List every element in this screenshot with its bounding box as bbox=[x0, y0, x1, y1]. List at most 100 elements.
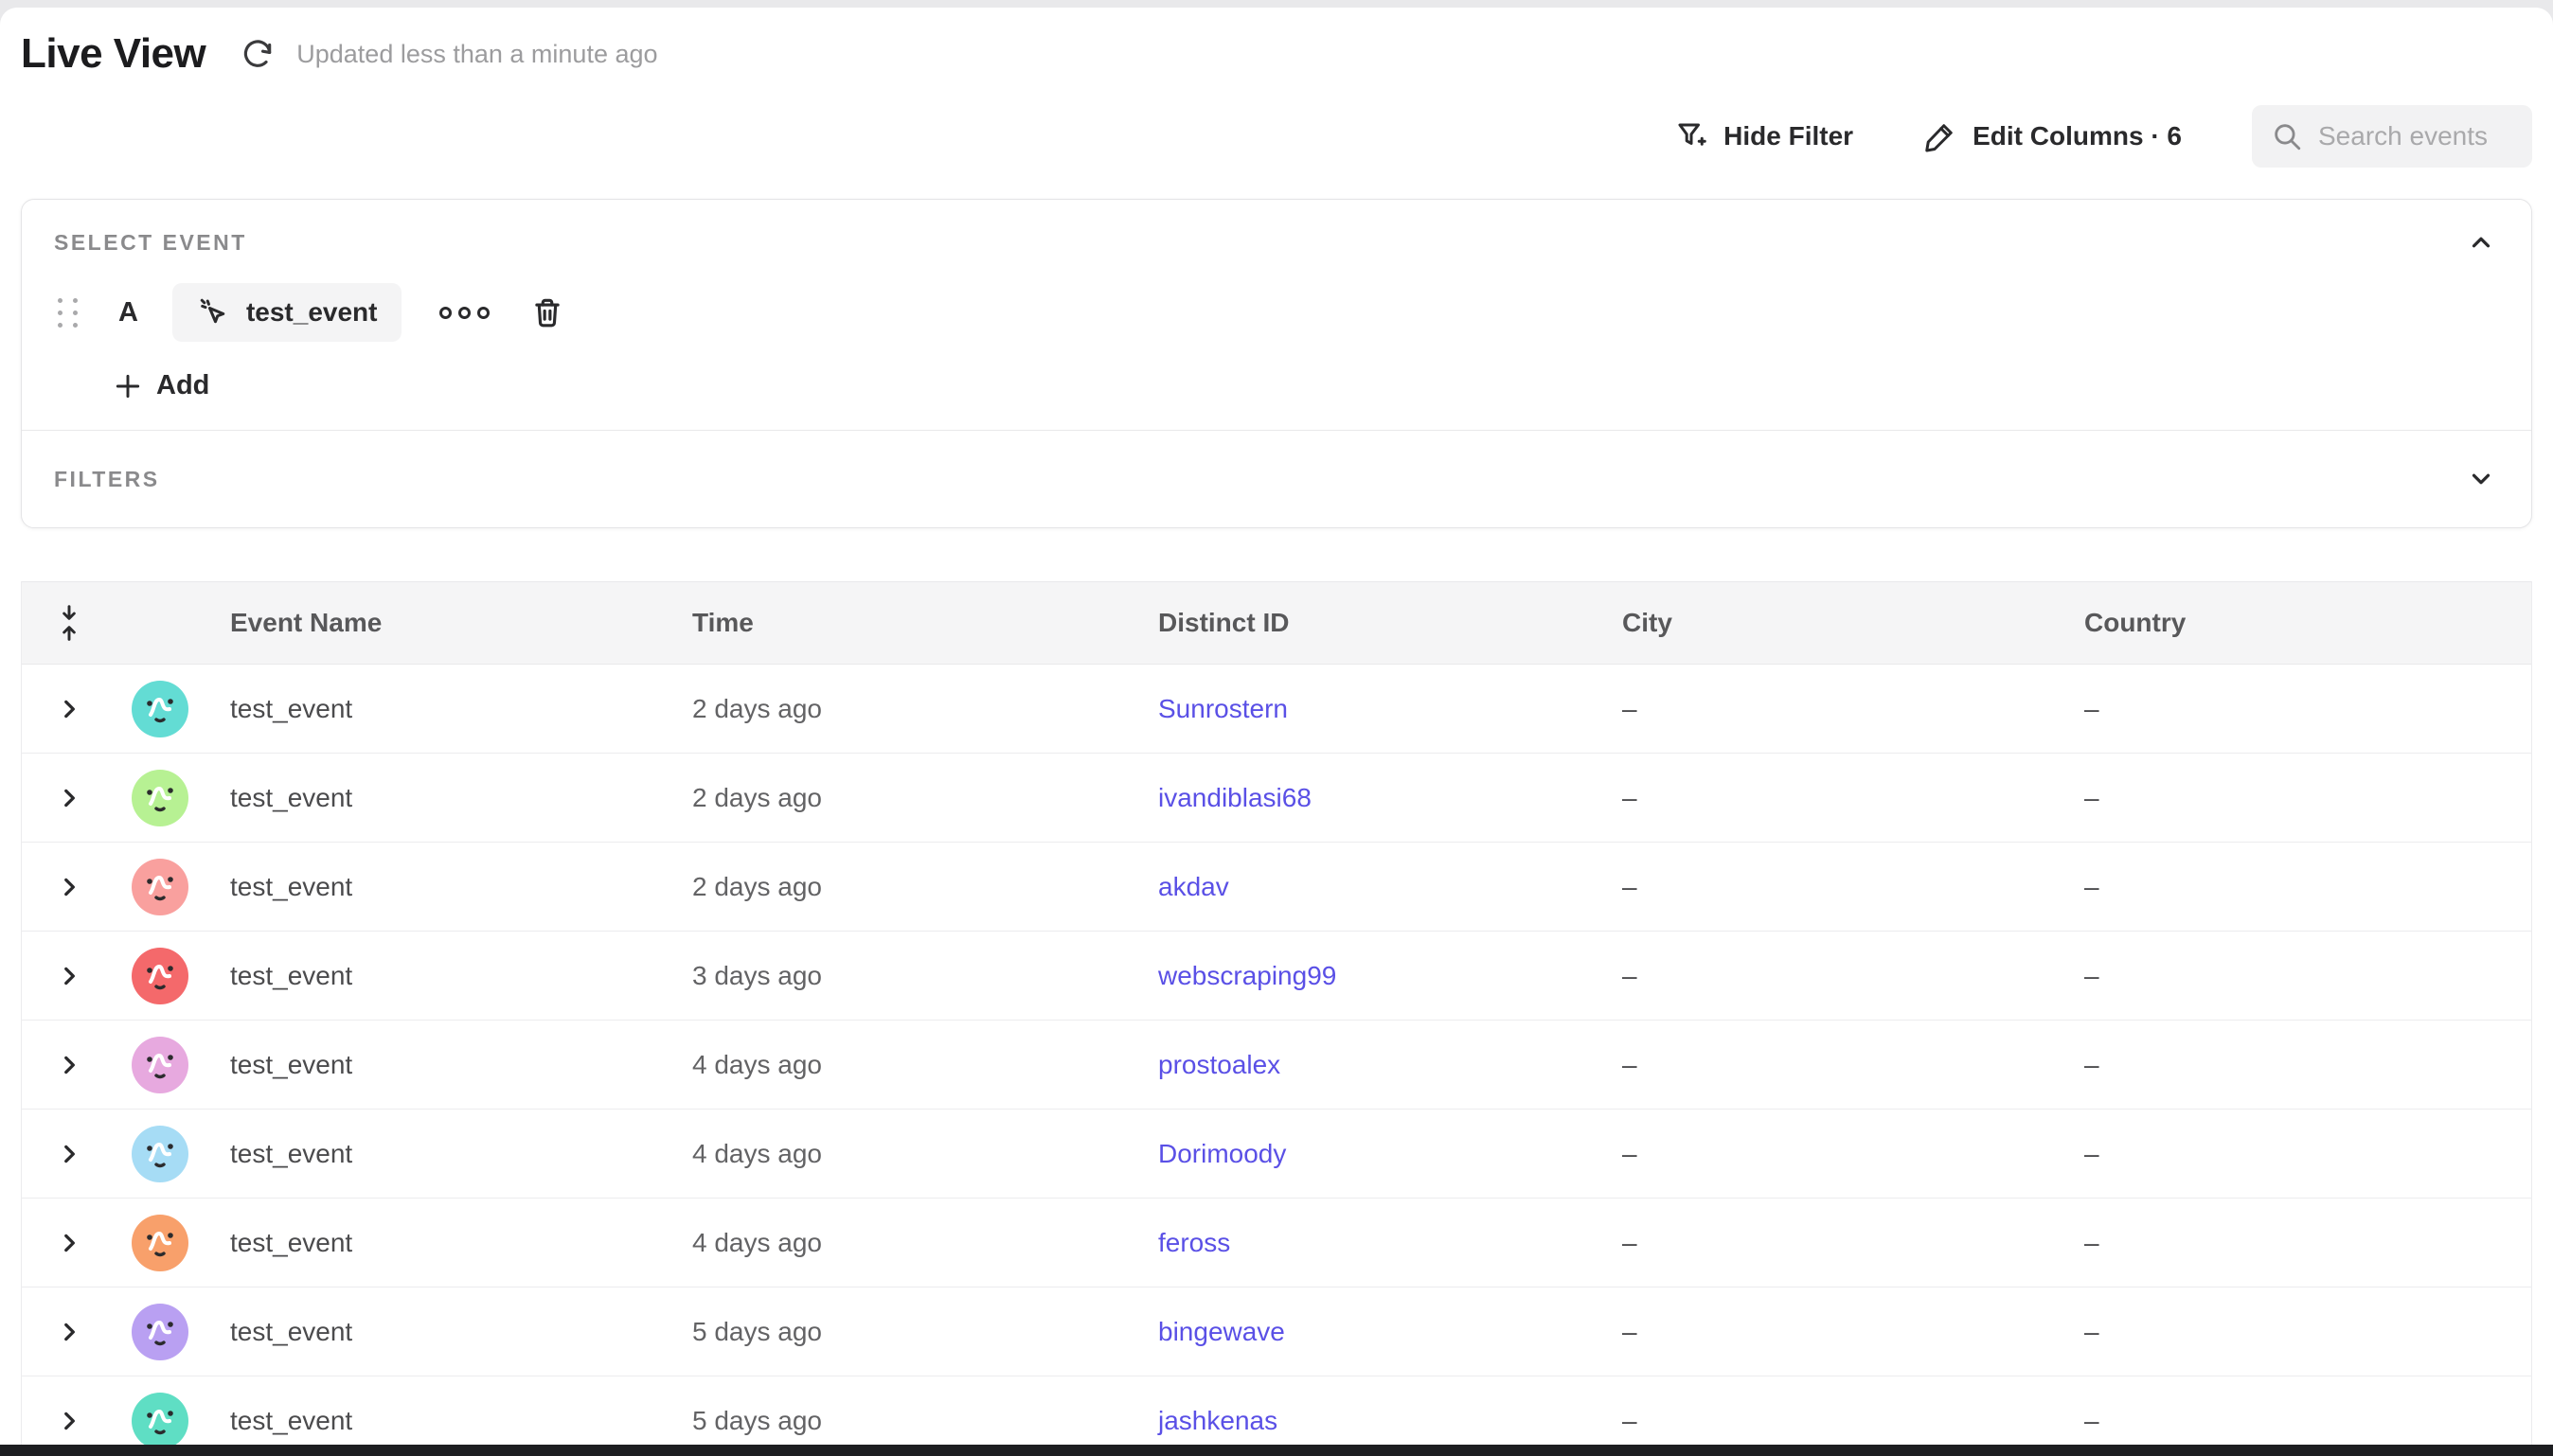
row-expand-chevron-icon bbox=[57, 1053, 81, 1077]
expand-filters-button[interactable] bbox=[2463, 461, 2499, 497]
row-city: – bbox=[1596, 1406, 2058, 1436]
avatar bbox=[116, 1304, 204, 1360]
column-header-event-name: Event Name bbox=[204, 608, 666, 638]
row-distinct-id: prostoalex bbox=[1132, 1050, 1596, 1080]
row-distinct-id: bingewave bbox=[1132, 1317, 1596, 1347]
edit-columns-button[interactable]: Edit Columns · 6 bbox=[1923, 119, 2182, 153]
page-header: Live View Updated less than a minute ago bbox=[21, 8, 2532, 78]
row-expand-button[interactable] bbox=[22, 697, 116, 721]
row-expand-button[interactable] bbox=[22, 1320, 116, 1344]
avatar bbox=[116, 1037, 204, 1093]
column-header-time: Time bbox=[666, 608, 1132, 638]
refresh-icon bbox=[240, 36, 276, 72]
row-distinct-id: Dorimoody bbox=[1132, 1139, 1596, 1169]
avatar bbox=[116, 1393, 204, 1449]
distinct-id-link[interactable]: feross bbox=[1158, 1228, 1230, 1257]
row-country: – bbox=[2058, 961, 2531, 991]
distinct-id-link[interactable]: akdav bbox=[1158, 872, 1229, 901]
row-expand-chevron-icon bbox=[57, 875, 81, 899]
distinct-id-link[interactable]: jashkenas bbox=[1158, 1406, 1277, 1435]
row-distinct-id: ivandiblasi68 bbox=[1132, 783, 1596, 813]
chevron-up-icon bbox=[2467, 228, 2495, 257]
row-expand-button[interactable] bbox=[22, 1231, 116, 1255]
row-expand-button[interactable] bbox=[22, 786, 116, 810]
table-row: test_event 2 days ago ivandiblasi68 – – bbox=[22, 754, 2531, 843]
search-events-box[interactable] bbox=[2252, 105, 2532, 168]
bottom-edge-bar bbox=[0, 1445, 2553, 1456]
distinct-id-link[interactable]: bingewave bbox=[1158, 1317, 1285, 1346]
row-distinct-id: feross bbox=[1132, 1228, 1596, 1258]
row-city: – bbox=[1596, 1139, 2058, 1169]
row-time: 4 days ago bbox=[666, 1228, 1132, 1258]
distinct-id-link[interactable]: Sunrostern bbox=[1158, 694, 1288, 723]
row-city: – bbox=[1596, 1050, 2058, 1080]
refresh-button[interactable] bbox=[240, 36, 276, 72]
row-distinct-id: webscraping99 bbox=[1132, 961, 1596, 991]
table-row: test_event 4 days ago feross – – bbox=[22, 1199, 2531, 1287]
row-expand-button[interactable] bbox=[22, 1142, 116, 1166]
row-event-name: test_event bbox=[204, 1139, 666, 1169]
collapse-section-button[interactable] bbox=[2463, 224, 2499, 260]
avatar bbox=[116, 770, 204, 826]
plus-icon bbox=[113, 371, 143, 401]
filter-funnel-plus-icon bbox=[1674, 119, 1708, 153]
select-event-section: SELECT EVENT A bbox=[22, 200, 2531, 401]
row-time: 2 days ago bbox=[666, 694, 1132, 724]
row-expand-chevron-icon bbox=[57, 964, 81, 988]
collapse-rows-button[interactable] bbox=[22, 604, 116, 642]
row-expand-chevron-icon bbox=[57, 1320, 81, 1344]
row-city: – bbox=[1596, 872, 2058, 902]
avatar bbox=[116, 859, 204, 915]
table-row: test_event 2 days ago Sunrostern – – bbox=[22, 665, 2531, 754]
row-city: – bbox=[1596, 1317, 2058, 1347]
row-expand-chevron-icon bbox=[57, 1409, 81, 1433]
hide-filter-button[interactable]: Hide Filter bbox=[1674, 119, 1853, 153]
row-country: – bbox=[2058, 1317, 2531, 1347]
row-expand-button[interactable] bbox=[22, 875, 116, 899]
main-content-card: Live View Updated less than a minute ago… bbox=[0, 8, 2553, 1456]
row-expand-button[interactable] bbox=[22, 964, 116, 988]
row-country: – bbox=[2058, 1050, 2531, 1080]
table-body: test_event 2 days ago Sunrostern – – te bbox=[22, 665, 2531, 1456]
column-header-country: Country bbox=[2058, 608, 2531, 638]
row-time: 4 days ago bbox=[666, 1139, 1132, 1169]
event-click-icon bbox=[197, 295, 231, 329]
drag-handle[interactable] bbox=[54, 294, 84, 331]
avatar bbox=[116, 948, 204, 1004]
page-title: Live View bbox=[21, 30, 205, 78]
row-time: 2 days ago bbox=[666, 783, 1132, 813]
row-expand-chevron-icon bbox=[57, 786, 81, 810]
row-event-name: test_event bbox=[204, 783, 666, 813]
distinct-id-link[interactable]: webscraping99 bbox=[1158, 961, 1336, 990]
row-time: 5 days ago bbox=[666, 1317, 1132, 1347]
filters-section-header[interactable]: FILTERS bbox=[22, 431, 2531, 527]
distinct-id-link[interactable]: ivandiblasi68 bbox=[1158, 783, 1312, 812]
row-event-name: test_event bbox=[204, 1050, 666, 1080]
row-expand-button[interactable] bbox=[22, 1409, 116, 1433]
pencil-icon bbox=[1923, 119, 1957, 153]
filters-label: FILTERS bbox=[54, 467, 160, 492]
row-city: – bbox=[1596, 694, 2058, 724]
row-expand-chevron-icon bbox=[57, 697, 81, 721]
chevron-down-icon bbox=[2467, 465, 2495, 493]
event-select-button[interactable]: test_event bbox=[172, 283, 402, 342]
distinct-id-link[interactable]: Dorimoody bbox=[1158, 1139, 1286, 1168]
table-row: test_event 4 days ago Dorimoody – – bbox=[22, 1110, 2531, 1199]
row-distinct-id: jashkenas bbox=[1132, 1406, 1596, 1436]
table-row: test_event 5 days ago bingewave – – bbox=[22, 1287, 2531, 1376]
row-event-name: test_event bbox=[204, 1228, 666, 1258]
event-row-a: A test_event bbox=[54, 283, 2499, 342]
delete-event-button[interactable] bbox=[529, 294, 565, 330]
row-event-name: test_event bbox=[204, 1317, 666, 1347]
distinct-id-link[interactable]: prostoalex bbox=[1158, 1050, 1280, 1079]
more-options-button[interactable] bbox=[434, 301, 495, 325]
row-time: 2 days ago bbox=[666, 872, 1132, 902]
table-row: test_event 3 days ago webscraping99 – – bbox=[22, 932, 2531, 1021]
row-event-name: test_event bbox=[204, 694, 666, 724]
search-events-input[interactable] bbox=[2318, 121, 2513, 151]
row-expand-button[interactable] bbox=[22, 1053, 116, 1077]
row-country: – bbox=[2058, 1139, 2531, 1169]
table-row: test_event 4 days ago prostoalex – – bbox=[22, 1021, 2531, 1110]
more-options-icon bbox=[439, 307, 490, 319]
add-event-button[interactable]: Add bbox=[113, 370, 2499, 401]
